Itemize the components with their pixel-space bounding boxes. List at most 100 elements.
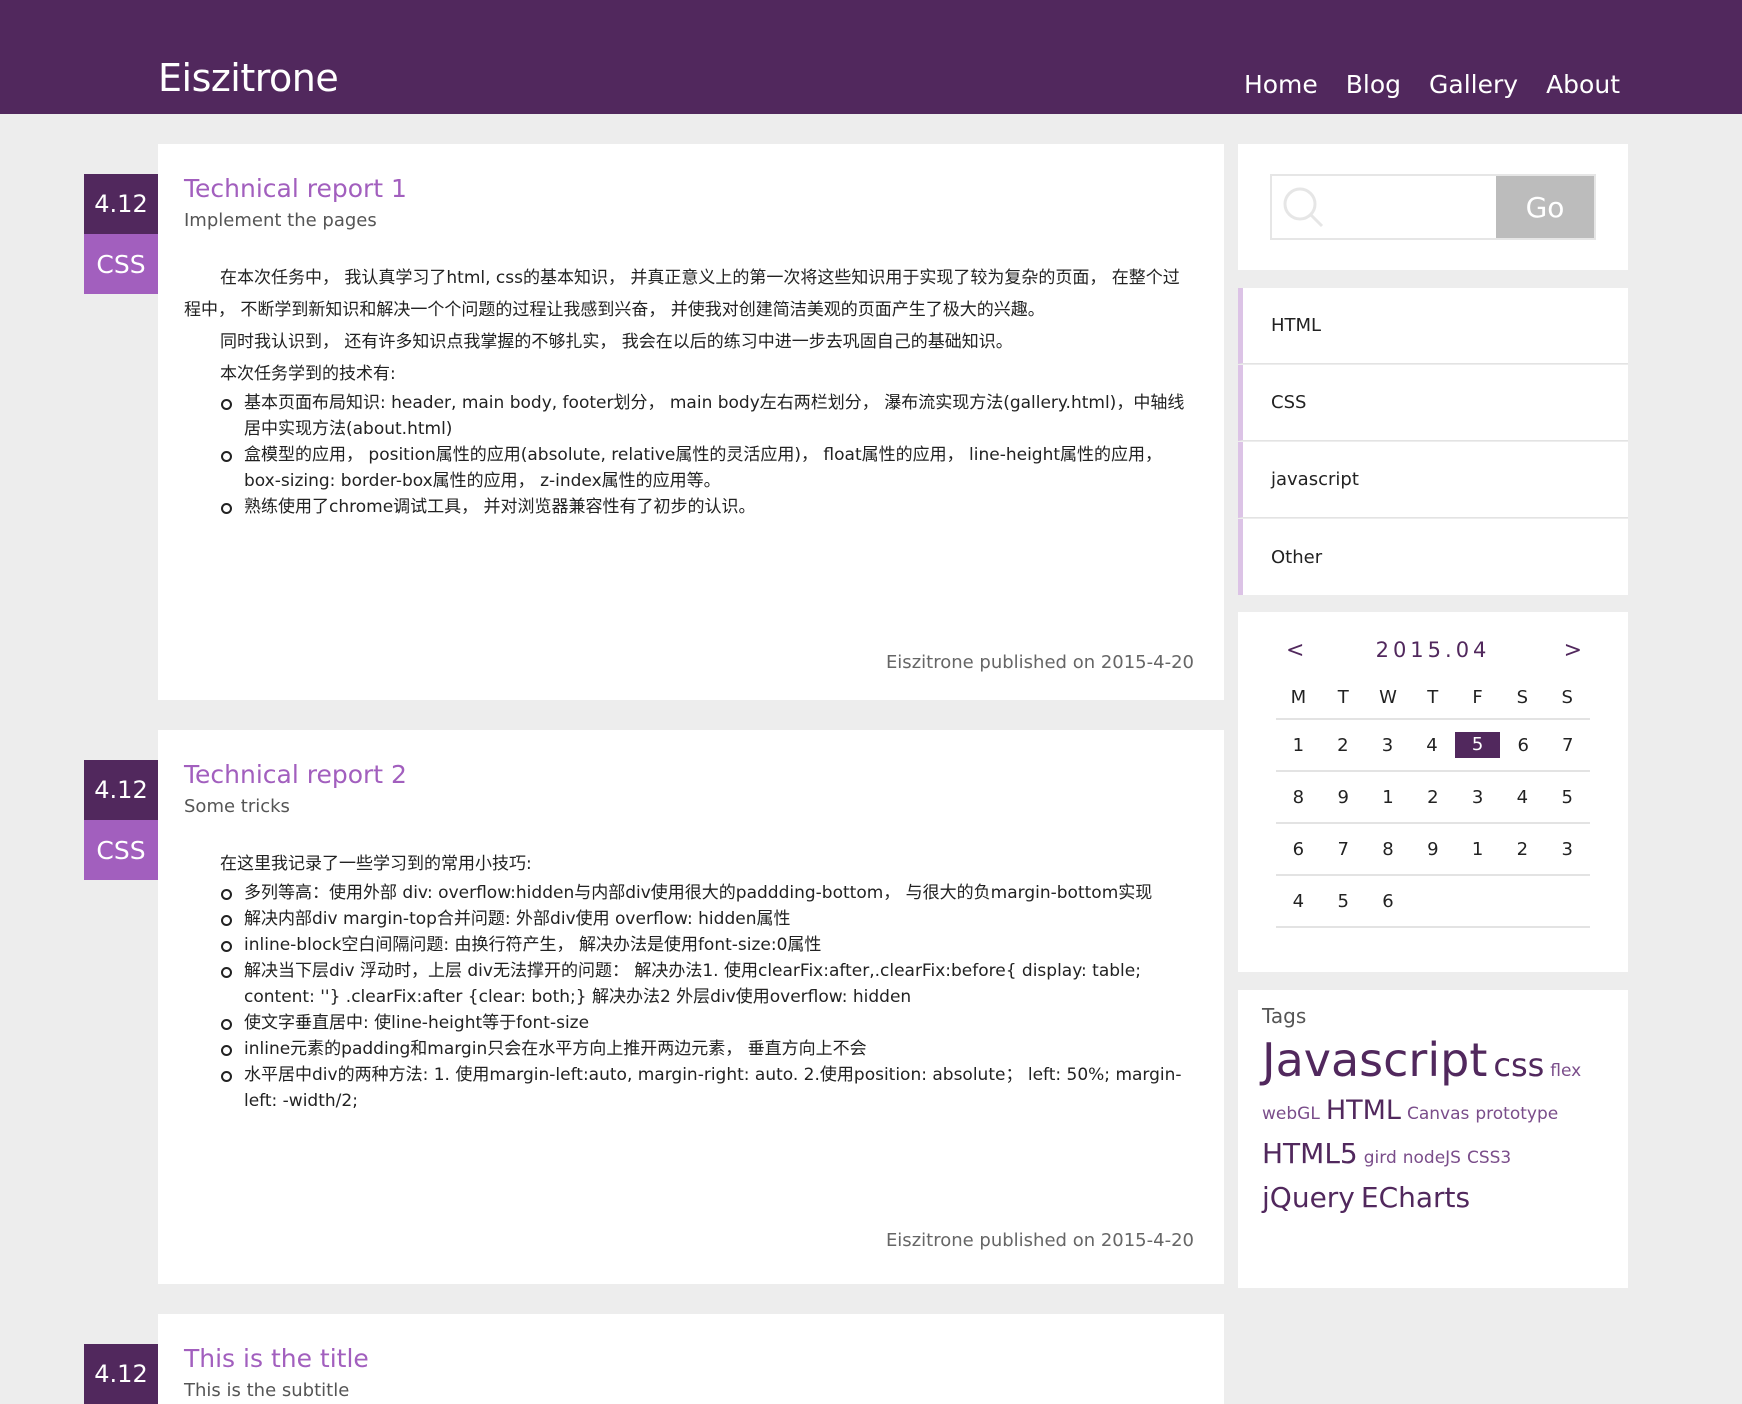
calendar-day[interactable]: 3 xyxy=(1365,735,1410,756)
category-item-javascript[interactable]: javascript xyxy=(1238,442,1628,518)
post-paragraph: 在本次任务中， 我认真学习了html, css的基本知识， 并真正意义上的第一次… xyxy=(184,268,1180,320)
tag-link[interactable]: HTML5 xyxy=(1262,1137,1358,1170)
post-date-badge: 4.12 xyxy=(84,760,158,820)
category-list: HTML CSS javascript Other xyxy=(1238,288,1628,595)
category-item-html[interactable]: HTML xyxy=(1238,288,1628,364)
calendar-weekday-row: M T W T F S S xyxy=(1276,676,1590,720)
post-paragraph: 在这里我记录了一些学习到的常用小技巧: xyxy=(220,854,532,874)
tag-link[interactable]: nodeJS xyxy=(1403,1148,1461,1168)
tag-link[interactable]: ECharts xyxy=(1361,1181,1470,1214)
post-paragraph: 同时我认识到， 还有许多知识点我掌握的不够扎实， 我会在以后的练习中进一步去巩固… xyxy=(220,332,1013,352)
tag-cloud: Javascript css flex webGL HTML Canvas prototy… xyxy=(1262,1037,1608,1222)
calendar-day[interactable]: 4 xyxy=(1410,735,1455,756)
tag-link[interactable]: CSS3 xyxy=(1467,1148,1511,1168)
nav-home[interactable]: Home xyxy=(1244,70,1318,99)
post-tag-badge[interactable]: CSS xyxy=(84,234,158,294)
calendar-day[interactable]: 9 xyxy=(1321,787,1366,808)
calendar-day[interactable]: 6 xyxy=(1366,891,1411,912)
main-nav: Home Blog Gallery About xyxy=(1244,70,1620,99)
list-item: 解决当下层div 浮动时，上层 div无法撑开的问题： 解决办法1. 使用cle… xyxy=(220,958,1194,1010)
tag-link[interactable]: prototype xyxy=(1475,1104,1558,1124)
calendar-day[interactable]: 3 xyxy=(1545,839,1590,860)
calendar-day-today[interactable]: 5 xyxy=(1455,732,1500,758)
calendar-week-row: 4 5 6 xyxy=(1276,876,1590,928)
tag-link[interactable]: flex xyxy=(1550,1061,1581,1081)
list-item: 熟练使用了chrome调试工具， 并对浏览器兼容性有了初步的认识。 xyxy=(220,494,1194,520)
post-footer: Eiszitrone published on 2015-4-20 xyxy=(885,1230,1194,1251)
calendar-day[interactable]: 1 xyxy=(1276,735,1321,756)
list-item: 水平居中div的两种方法: 1. 使用margin-left:auto, mar… xyxy=(220,1062,1194,1114)
category-item-other[interactable]: Other xyxy=(1238,519,1628,595)
list-item: 盒模型的应用， position属性的应用(absolute, relative… xyxy=(220,442,1194,494)
weekday-label: T xyxy=(1427,686,1439,708)
post-subtitle: Some tricks xyxy=(184,796,290,817)
tag-link[interactable]: webGL xyxy=(1262,1104,1320,1124)
weekday-label: F xyxy=(1472,686,1483,708)
post-subtitle: This is the subtitle xyxy=(184,1380,350,1401)
post-footer: Eiszitrone published on 2015-4-20 xyxy=(885,652,1194,673)
weekday-label: S xyxy=(1516,686,1529,708)
calendar-day[interactable]: 1 xyxy=(1366,787,1411,808)
post-date-badge: 4.12 xyxy=(84,174,158,234)
post-card: 4.12 CSS Technical report 1 Implement th… xyxy=(84,144,1224,700)
post-subtitle: Implement the pages xyxy=(184,210,377,231)
calendar-day[interactable]: 5 xyxy=(1545,787,1590,808)
calendar-day[interactable]: 7 xyxy=(1545,735,1590,756)
weekday-label: W xyxy=(1379,686,1397,708)
category-item-css[interactable]: CSS xyxy=(1238,365,1628,441)
list-item: 基本页面布局知识: header, main body, footer划分， m… xyxy=(220,390,1194,442)
top-navigation-bar: Eiszitrone Home Blog Gallery About xyxy=(0,0,1742,114)
calendar-day[interactable]: 6 xyxy=(1501,735,1546,756)
post-paragraph: 本次任务学到的技术有: xyxy=(220,364,396,384)
calendar-panel: < 2015.04 > M T W T F S S 1 2 3 4 5 6 7 … xyxy=(1238,612,1628,972)
tag-link[interactable]: Canvas xyxy=(1407,1104,1469,1124)
tag-link[interactable]: css xyxy=(1493,1046,1544,1084)
search-input[interactable] xyxy=(1334,184,1494,230)
calendar-next-button[interactable]: > xyxy=(1564,638,1582,663)
site-brand[interactable]: Eiszitrone xyxy=(158,56,339,100)
calendar-day[interactable]: 8 xyxy=(1366,839,1411,860)
calendar-header: < 2015.04 > xyxy=(1276,638,1590,668)
tag-link[interactable]: HTML xyxy=(1326,1095,1401,1126)
post-card: 4.12 CSS Technical report 2 Some tricks … xyxy=(84,730,1224,1284)
calendar-day[interactable]: 1 xyxy=(1455,839,1500,860)
post-tag-badge[interactable]: CSS xyxy=(84,820,158,880)
calendar-day[interactable]: 5 xyxy=(1321,891,1366,912)
post-body: 在这里我记录了一些学习到的常用小技巧: 多列等高：使用外部 div: overf… xyxy=(184,848,1194,1114)
nav-gallery[interactable]: Gallery xyxy=(1429,70,1518,99)
list-item: 解决内部div margin-top合并问题: 外部div使用 overflow… xyxy=(220,906,1194,932)
list-item: inline元素的padding和margin只会在水平方向上推开两边元素， 垂… xyxy=(220,1036,1194,1062)
weekday-label: T xyxy=(1337,686,1349,708)
search-panel: Go xyxy=(1238,144,1628,270)
calendar-month-title: 2015.04 xyxy=(1375,638,1491,662)
calendar-day[interactable]: 2 xyxy=(1321,735,1366,756)
calendar-grid: M T W T F S S 1 2 3 4 5 6 7 8 9 1 2 3 4 … xyxy=(1276,676,1590,928)
calendar-day[interactable]: 7 xyxy=(1321,839,1366,860)
calendar-day[interactable]: 6 xyxy=(1276,839,1321,860)
post-title[interactable]: This is the title xyxy=(184,1344,369,1373)
calendar-week-row: 1 2 3 4 5 6 7 xyxy=(1276,720,1590,772)
post-bullet-list: 基本页面布局知识: header, main body, footer划分， m… xyxy=(220,390,1194,520)
search-icon xyxy=(1283,187,1324,228)
list-item: inline-block空白间隔问题: 由换行符产生， 解决办法是使用font-… xyxy=(220,932,1194,958)
post-title[interactable]: Technical report 2 xyxy=(184,760,407,789)
nav-blog[interactable]: Blog xyxy=(1346,70,1401,99)
post-title[interactable]: Technical report 1 xyxy=(184,174,407,203)
calendar-day[interactable]: 9 xyxy=(1410,839,1455,860)
tag-link[interactable]: gird xyxy=(1364,1148,1397,1168)
calendar-day[interactable]: 2 xyxy=(1410,787,1455,808)
calendar-day[interactable]: 3 xyxy=(1455,787,1500,808)
calendar-day[interactable]: 4 xyxy=(1276,891,1321,912)
nav-about[interactable]: About xyxy=(1546,70,1620,99)
list-item: 多列等高：使用外部 div: overflow:hidden与内部div使用很大… xyxy=(220,880,1194,906)
post-body: 在本次任务中， 我认真学习了html, css的基本知识， 并真正意义上的第一次… xyxy=(184,262,1194,520)
weekday-label: S xyxy=(1561,686,1573,708)
search-go-button[interactable]: Go xyxy=(1496,176,1594,238)
calendar-week-row: 8 9 1 2 3 4 5 xyxy=(1276,772,1590,824)
calendar-day[interactable]: 8 xyxy=(1276,787,1321,808)
calendar-day[interactable]: 2 xyxy=(1500,839,1545,860)
calendar-day[interactable]: 4 xyxy=(1500,787,1545,808)
weekday-label: M xyxy=(1290,686,1307,708)
tag-link[interactable]: Javascript xyxy=(1262,1033,1487,1087)
tag-link[interactable]: jQuery xyxy=(1262,1181,1355,1214)
